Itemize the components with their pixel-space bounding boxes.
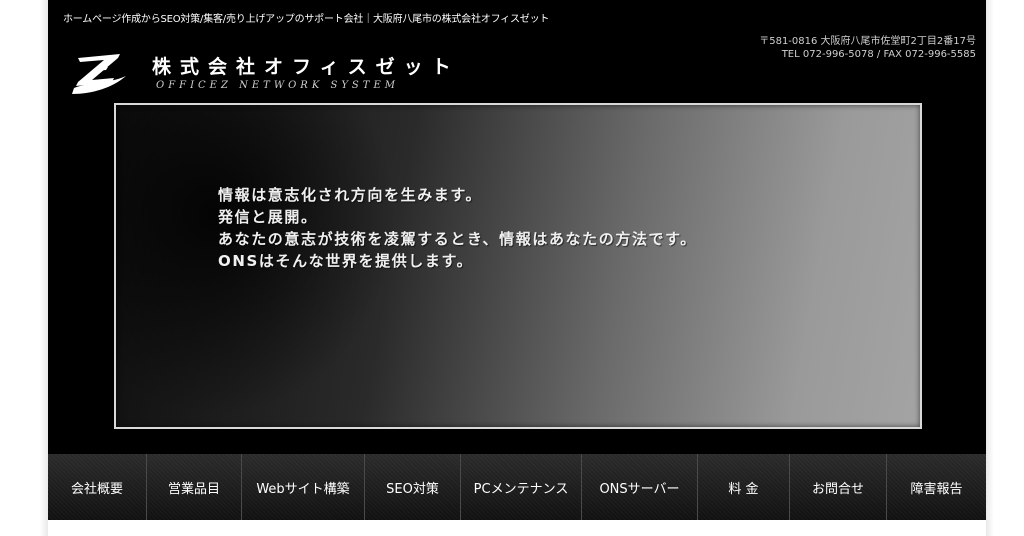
hero-banner: 情報は意志化され方向を生みます。 発信と展開。 あなたの意志が技術を凌駕するとき… [114,103,922,429]
page-shadow-right [986,0,994,536]
company-address: 〒581-0816 大阪府八尾市佐堂町2丁目2番17号 TEL 072-996-… [759,35,976,61]
company-subtitle: OFFICEZ NETWORK SYSTEM [156,80,399,91]
page-container: ホームページ作成からSEO対策/集客/売り上げアップのサポート会社｜大阪府八尾市… [48,0,986,520]
hero-line-1: 情報は意志化され方向を生みます。 [218,186,483,204]
hero-line-4: ONSはそんな世界を提供します。 [218,252,474,270]
nav-item-products[interactable]: 営業品目 [147,454,242,520]
page-shadow-left [40,0,48,536]
nav-item-pc-maintenance[interactable]: PCメンテナンス [461,454,582,520]
main-navigation: 会社概要 営業品目 Webサイト構築 SEO対策 PCメンテナンス ONSサーバ… [48,454,986,520]
site-tagline: ホームページ作成からSEO対策/集客/売り上げアップのサポート会社｜大阪府八尾市… [63,14,550,25]
nav-item-seo[interactable]: SEO対策 [365,454,461,520]
nav-item-web[interactable]: Webサイト構築 [242,454,365,520]
nav-item-ons-server[interactable]: ONSサーバー [582,454,698,520]
nav-item-contact[interactable]: お問合せ [790,454,887,520]
nav-item-company[interactable]: 会社概要 [48,454,147,520]
nav-item-incident-report[interactable]: 障害報告 [887,454,986,520]
nav-item-pricing[interactable]: 料 金 [698,454,790,520]
hero-line-3: あなたの意志が技術を凌駕するとき、情報はあなたの方法です。 [218,230,697,248]
z-logo-icon [72,54,126,94]
address-postal: 〒581-0816 大阪府八尾市佐堂町2丁目2番17号 [759,36,976,47]
company-name: 株式会社オフィスゼット [152,56,460,78]
address-phone-fax: TEL 072-996-5078 / FAX 072-996-5585 [781,49,976,60]
hero-line-2: 発信と展開。 [218,208,318,226]
hero-message: 情報は意志化され方向を生みます。 発信と展開。 あなたの意志が技術を凌駕するとき… [218,184,697,272]
